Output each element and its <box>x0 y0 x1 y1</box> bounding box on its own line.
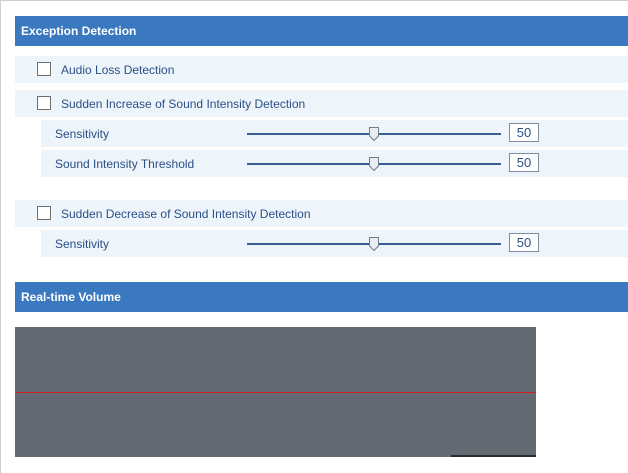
increase-threshold-value[interactable]: 50 <box>509 153 539 172</box>
slider-thumb[interactable] <box>369 157 379 171</box>
settings-frame: Exception Detection Audio Loss Detection… <box>0 0 628 473</box>
decrease-sensitivity-value[interactable]: 50 <box>509 233 539 252</box>
audio-loss-row: Audio Loss Detection <box>15 56 628 84</box>
slider-thumb[interactable] <box>369 237 379 251</box>
realtime-volume-meter <box>15 327 536 457</box>
exception-detection-header: Exception Detection <box>15 16 628 46</box>
sudden-increase-checkbox[interactable] <box>37 96 51 110</box>
realtime-volume-header: Real-time Volume <box>15 282 628 312</box>
exception-detection-title: Exception Detection <box>21 24 137 38</box>
decrease-sensitivity-slider[interactable] <box>247 237 501 251</box>
increase-threshold-slider[interactable] <box>247 157 501 171</box>
volume-meter-edge <box>451 455 536 457</box>
increase-sensitivity-label: Sensitivity <box>55 127 110 141</box>
sudden-decrease-label: Sudden Decrease of Sound Intensity Detec… <box>61 207 311 221</box>
sudden-increase-row: Sudden Increase of Sound Intensity Detec… <box>15 90 628 118</box>
volume-level-line <box>15 392 536 393</box>
slider-thumb[interactable] <box>369 127 379 141</box>
increase-threshold-row: Sound Intensity Threshold 50 <box>41 150 628 178</box>
sudden-increase-label: Sudden Increase of Sound Intensity Detec… <box>61 97 306 111</box>
increase-sensitivity-value[interactable]: 50 <box>509 123 539 142</box>
realtime-volume-title: Real-time Volume <box>21 290 121 304</box>
sudden-decrease-checkbox[interactable] <box>37 206 51 220</box>
decrease-sensitivity-label: Sensitivity <box>55 237 110 251</box>
increase-sensitivity-row: Sensitivity 50 <box>41 120 628 148</box>
increase-sensitivity-slider[interactable] <box>247 127 501 141</box>
increase-threshold-label: Sound Intensity Threshold <box>55 157 195 171</box>
audio-loss-checkbox[interactable] <box>37 62 51 76</box>
sudden-decrease-row: Sudden Decrease of Sound Intensity Detec… <box>15 200 628 228</box>
audio-loss-label: Audio Loss Detection <box>61 63 175 77</box>
decrease-sensitivity-row: Sensitivity 50 <box>41 230 628 258</box>
